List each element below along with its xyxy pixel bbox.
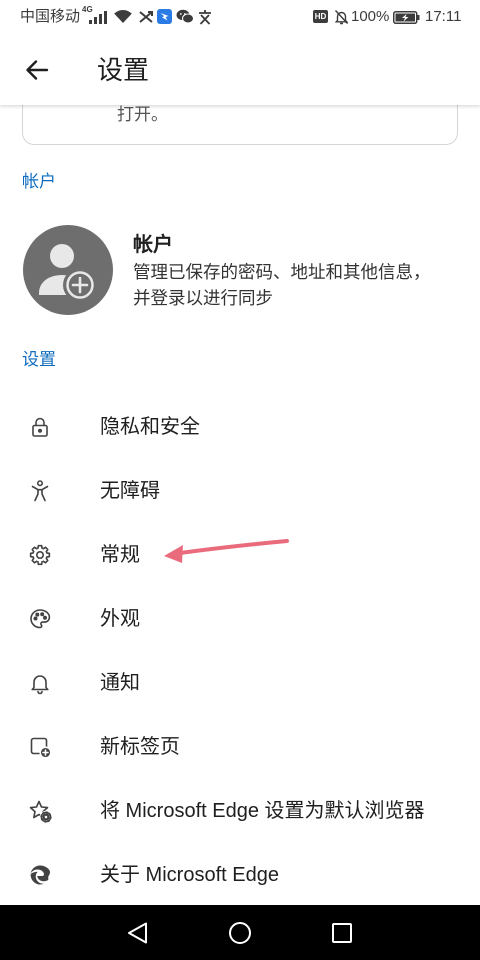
app-notification-icon: [139, 11, 153, 23]
status-bar: 中国移动 4G HD 100% 17:11: [0, 0, 480, 34]
battery-charging-icon: [393, 11, 420, 24]
bell-off-icon: [334, 10, 349, 25]
settings-item-label: 关于 Microsoft Edge: [100, 864, 279, 886]
account-description: 并登录以进行同步: [133, 288, 273, 308]
arrow-left-icon: [26, 60, 49, 80]
info-card-text: 打开。: [117, 105, 168, 124]
page-title: 设置: [97, 55, 150, 85]
wifi-icon: [114, 10, 132, 23]
back-button[interactable]: [22, 55, 52, 85]
settings-item-label: 常规: [100, 544, 140, 566]
lock-icon: [32, 417, 48, 437]
app-notification-icon: [199, 10, 211, 25]
app-bar: 设置: [0, 34, 480, 105]
signal-icon: [89, 11, 107, 24]
section-heading-settings: 设置: [22, 350, 56, 369]
settings-item-appearance[interactable]: 外观: [0, 587, 480, 651]
bell-icon: [31, 675, 49, 695]
settings-item-label: 隐私和安全: [100, 416, 200, 438]
new-tab-icon: [30, 737, 52, 759]
clock: 17:11: [425, 8, 462, 25]
settings-item-about[interactable]: 关于 Microsoft Edge: [0, 843, 480, 907]
settings-item-accessibility[interactable]: 无障碍: [0, 459, 480, 523]
wechat-icon: [176, 9, 194, 24]
add-account-icon: [23, 225, 113, 315]
hd-badge: HD: [313, 10, 328, 23]
account-title: 帐户: [133, 234, 173, 256]
account-description: 管理已保存的密码、地址和其他信息，: [133, 262, 431, 282]
settings-item-general[interactable]: 常规: [0, 523, 480, 587]
settings-item-notifications[interactable]: 通知: [0, 651, 480, 715]
settings-item-new-tab-page[interactable]: 新标签页: [0, 715, 480, 779]
edge-logo-icon: [30, 865, 50, 885]
settings-item-label: 新标签页: [100, 736, 180, 758]
nav-home-icon[interactable]: [227, 920, 253, 946]
settings-item-label: 将 Microsoft Edge 设置为默认浏览器: [100, 800, 425, 822]
accessibility-icon: [31, 480, 49, 502]
section-heading-account: 帐户: [22, 172, 56, 191]
system-nav-bar: [0, 905, 480, 960]
dingtalk-icon: [157, 9, 172, 24]
nav-recents-icon[interactable]: [329, 920, 355, 946]
gear-icon: [29, 544, 51, 566]
palette-icon: [30, 609, 51, 629]
star-settings-icon: [29, 800, 52, 823]
battery-level: 100%: [351, 8, 390, 25]
settings-item-privacy[interactable]: 隐私和安全: [0, 395, 480, 459]
account-row[interactable]: 帐户 管理已保存的密码、地址和其他信息， 并登录以进行同步: [0, 215, 480, 325]
carrier-name: 中国移动: [20, 8, 81, 25]
nav-back-icon[interactable]: [125, 920, 151, 946]
settings-item-label: 无障碍: [100, 480, 160, 502]
settings-item-label: 通知: [100, 672, 140, 694]
settings-item-default-browser[interactable]: 将 Microsoft Edge 设置为默认浏览器: [0, 779, 480, 843]
settings-item-label: 外观: [100, 608, 140, 630]
